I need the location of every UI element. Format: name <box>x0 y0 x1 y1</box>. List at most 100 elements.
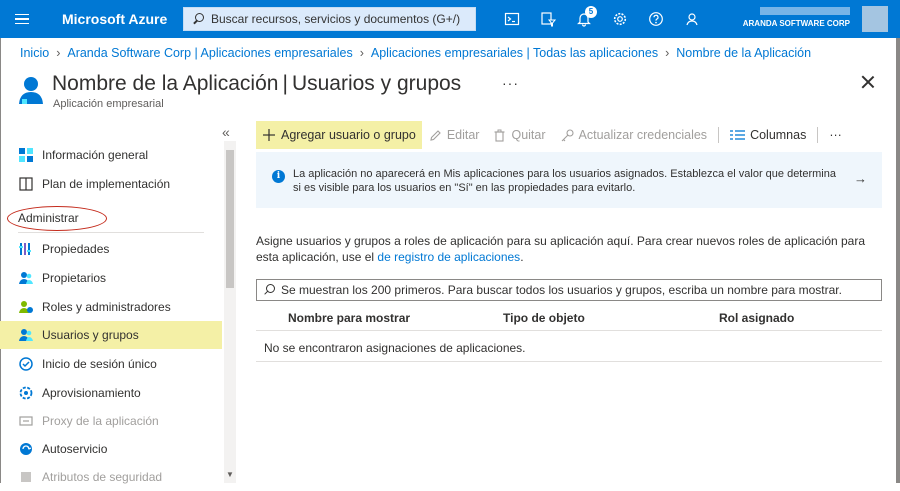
columns-button[interactable]: Columnas <box>723 121 813 149</box>
header-more-button[interactable]: ··· <box>502 75 519 91</box>
pencil-icon <box>429 129 442 142</box>
sidebar-item-label: Autoservicio <box>42 442 108 456</box>
trash-icon <box>493 129 506 142</box>
table-header: Nombre para mostrar Tipo de objeto Rol a… <box>256 305 882 331</box>
breadcrumb-all-apps[interactable]: Aplicaciones empresariales | Todas las a… <box>371 46 658 60</box>
properties-icon <box>18 241 34 257</box>
directory-filter-icon[interactable] <box>530 0 566 38</box>
avatar[interactable] <box>862 6 888 32</box>
update-credentials-label: Actualizar credenciales <box>578 128 708 142</box>
edit-label: Editar <box>446 128 480 142</box>
column-header-display-name[interactable]: Nombre para mostrar <box>288 311 410 325</box>
page-title: Nombre de la Aplicación | Usuarios y grupo… <box>52 72 461 96</box>
info-icon: i <box>272 170 285 183</box>
sidebar-item-label: Aprovisionamiento <box>42 386 141 400</box>
sidebar-item-deployment-plan[interactable]: Plan de implementación <box>0 170 222 198</box>
sidebar-item-app-proxy[interactable]: Proxy de la aplicación <box>0 407 222 435</box>
chevron-right-icon: › <box>665 46 670 60</box>
breadcrumb-app[interactable]: Nombre de la Aplicación <box>676 46 811 60</box>
enterprise-app-icon <box>19 77 43 104</box>
blade-name: Usuarios y grupos <box>291 72 462 95</box>
page-subtitle: Aplicación empresarial <box>53 98 164 110</box>
section-divider <box>18 232 204 233</box>
sidebar-item-properties[interactable]: Propiedades <box>0 235 222 263</box>
breadcrumb-home[interactable]: Inicio <box>20 46 49 60</box>
help-icon[interactable] <box>638 0 674 38</box>
empty-table-message: No se encontraron asignaciones de aplica… <box>264 341 526 355</box>
sidebar-item-label: Información general <box>42 148 149 162</box>
annotation-red-oval <box>7 206 107 231</box>
toolbar-more-button[interactable]: ··· <box>822 121 849 149</box>
owners-icon <box>18 270 34 286</box>
add-user-group-label: Agregar usuario o grupo <box>281 128 416 142</box>
search-placeholder: Buscar recursos, servicios y documentos … <box>211 12 461 26</box>
sidebar-item-label: Plan de implementación <box>42 177 171 191</box>
sidebar-scroll-thumb[interactable] <box>226 150 234 288</box>
remove-button[interactable]: Quitar <box>486 121 552 149</box>
sidebar-item-overview[interactable]: Información general <box>0 141 222 169</box>
provisioning-icon <box>18 385 34 401</box>
columns-icon <box>730 129 746 141</box>
search-icon <box>263 284 275 296</box>
sidebar-item-roles-admins[interactable]: Roles y administradores <box>0 293 222 321</box>
breadcrumb: Inicio › Aranda Software Corp | Aplicaci… <box>20 46 811 60</box>
sidebar-item-users-groups[interactable]: Usuarios y grupos <box>0 321 222 349</box>
tenant-name: ARANDA SOFTWARE CORP <box>742 19 850 28</box>
sidebar-item-sso[interactable]: Inicio de sesión único <box>0 350 222 378</box>
edit-button[interactable]: Editar <box>422 121 487 149</box>
command-bar: Agregar usuario o grupo Editar Quitar Ac… <box>256 121 849 149</box>
cloud-shell-icon[interactable] <box>494 0 530 38</box>
brand-logo[interactable]: Microsoft Azure <box>62 11 182 27</box>
toolbar-divider <box>718 127 720 143</box>
toolbar-divider <box>817 127 819 143</box>
collapse-sidebar-button[interactable]: « <box>222 124 230 140</box>
sso-icon <box>18 356 34 372</box>
arrow-right-icon[interactable]: → <box>854 171 867 186</box>
close-icon[interactable] <box>860 74 876 90</box>
sidebar-item-label: Inicio de sesión único <box>42 357 157 371</box>
remove-label: Quitar <box>511 128 546 142</box>
proxy-icon <box>18 413 34 429</box>
info-banner-message: La aplicación no aparecerá en Mis aplica… <box>293 168 836 194</box>
update-credentials-button[interactable]: Actualizar credenciales <box>553 121 715 149</box>
roles-icon <box>18 299 34 315</box>
sidebar: Información general Plan de implementaci… <box>0 141 222 484</box>
sidebar-item-label: Propietarios <box>42 271 107 285</box>
chevron-right-icon: › <box>359 46 364 60</box>
global-search-input[interactable]: Buscar recursos, servicios y documentos … <box>183 7 476 31</box>
sidebar-item-label: Roles y administradores <box>42 300 171 314</box>
sidebar-item-provisioning[interactable]: Aprovisionamiento <box>0 379 222 407</box>
info-grid-icon <box>18 147 34 163</box>
sidebar-item-label: Atributos de seguridad <box>42 470 163 484</box>
column-header-object-type[interactable]: Tipo de objeto <box>503 311 585 325</box>
add-user-group-button[interactable]: Agregar usuario o grupo <box>256 121 422 149</box>
filter-search-input[interactable]: Se muestran los 200 primeros. Para busca… <box>256 279 882 301</box>
sidebar-item-label: Usuarios y grupos <box>42 328 139 342</box>
plus-icon <box>262 128 276 142</box>
gear-icon[interactable] <box>602 0 638 38</box>
self-service-icon <box>18 441 34 457</box>
sidebar-item-self-service[interactable]: Autoservicio <box>0 435 222 463</box>
title-separator: | <box>282 72 288 95</box>
breadcrumb-tenant[interactable]: Aranda Software Corp | Aplicaciones empr… <box>67 46 352 60</box>
notification-badge: 5 <box>585 6 597 18</box>
top-icons: 5 <box>494 0 710 38</box>
description-text: Asigne usuarios y grupos a roles de apli… <box>256 234 866 264</box>
feedback-icon[interactable] <box>674 0 710 38</box>
chevron-right-icon: › <box>56 46 61 60</box>
hamburger-menu-icon[interactable] <box>0 0 44 38</box>
scroll-down-arrow-icon[interactable]: ▼ <box>226 470 234 479</box>
info-banner: i La aplicación no aparecerá en Mis apli… <box>256 152 882 208</box>
sidebar-item-label: Propiedades <box>42 242 110 256</box>
account-info[interactable]: ARANDA SOFTWARE CORP <box>715 7 850 28</box>
window-border-right <box>896 38 900 483</box>
app-registration-link[interactable]: de registro de aplicaciones <box>377 250 520 264</box>
columns-label: Columnas <box>750 128 807 142</box>
search-icon <box>192 13 204 25</box>
page-description: Asigne usuarios y grupos a roles de apli… <box>256 233 876 265</box>
sidebar-item-security-attributes[interactable]: Atributos de seguridad <box>0 463 222 491</box>
table-row-divider <box>256 361 882 362</box>
sidebar-item-owners[interactable]: Propietarios <box>0 264 222 292</box>
bell-icon[interactable]: 5 <box>566 0 602 38</box>
column-header-assigned-role[interactable]: Rol asignado <box>719 311 794 325</box>
